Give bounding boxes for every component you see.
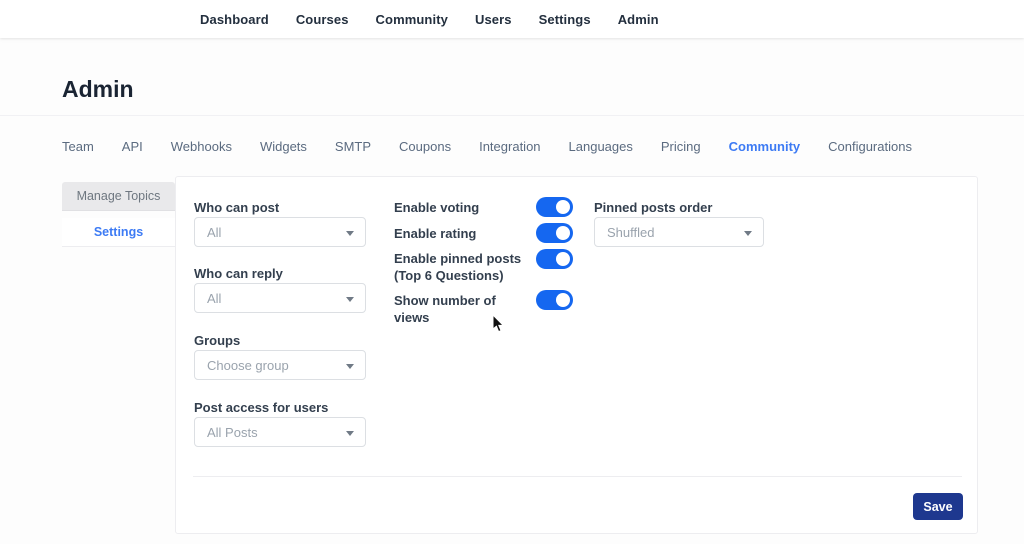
who-can-post-label: Who can post bbox=[194, 200, 279, 215]
chevron-down-icon bbox=[346, 231, 354, 236]
groups-value: Choose group bbox=[207, 358, 289, 373]
enable-rating-toggle[interactable] bbox=[536, 223, 573, 243]
save-button[interactable]: Save bbox=[913, 493, 963, 520]
admin-community-settings-page: Dashboard Courses Community Users Settin… bbox=[0, 0, 1024, 544]
top-nav-items: Dashboard Courses Community Users Settin… bbox=[200, 0, 659, 38]
nav-item-dashboard[interactable]: Dashboard bbox=[200, 12, 269, 27]
admin-tabs: Team API Webhooks Widgets SMTP Coupons I… bbox=[62, 139, 912, 154]
who-can-reply-label: Who can reply bbox=[194, 266, 283, 281]
tab-smtp[interactable]: SMTP bbox=[335, 139, 371, 154]
form-column-pinned-order: Pinned posts order Shuffled bbox=[594, 177, 774, 477]
tab-team[interactable]: Team bbox=[62, 139, 94, 154]
nav-item-admin[interactable]: Admin bbox=[618, 12, 659, 27]
enable-pinned-posts-label: Enable pinned posts (Top 6 Questions) bbox=[394, 250, 529, 284]
chevron-down-icon bbox=[346, 297, 354, 302]
nav-item-settings[interactable]: Settings bbox=[539, 12, 591, 27]
header-divider bbox=[0, 115, 1024, 116]
who-can-reply-value: All bbox=[207, 291, 221, 306]
tab-pricing[interactable]: Pricing bbox=[661, 139, 701, 154]
who-can-post-select[interactable]: All bbox=[194, 217, 366, 247]
show-number-of-views-label: Show number of views bbox=[394, 292, 529, 326]
toggle-knob bbox=[556, 200, 570, 214]
post-access-value: All Posts bbox=[207, 425, 258, 440]
enable-pinned-posts-label-line2: (Top 6 Questions) bbox=[394, 268, 504, 283]
tab-webhooks[interactable]: Webhooks bbox=[171, 139, 232, 154]
tab-api[interactable]: API bbox=[122, 139, 143, 154]
tab-widgets[interactable]: Widgets bbox=[260, 139, 307, 154]
pinned-posts-order-label: Pinned posts order bbox=[594, 200, 712, 215]
sidebar-item-manage-topics[interactable]: Manage Topics bbox=[62, 182, 175, 211]
form-column-dropdowns: Who can post All Who can reply All Group… bbox=[194, 177, 374, 477]
footer-divider bbox=[193, 476, 962, 477]
chevron-down-icon bbox=[346, 364, 354, 369]
tab-integration[interactable]: Integration bbox=[479, 139, 540, 154]
tab-coupons[interactable]: Coupons bbox=[399, 139, 451, 154]
toggle-knob bbox=[556, 226, 570, 240]
pinned-posts-order-value: Shuffled bbox=[607, 225, 654, 240]
tab-languages[interactable]: Languages bbox=[569, 139, 633, 154]
sidebar-item-settings[interactable]: Settings bbox=[62, 218, 175, 247]
groups-select[interactable]: Choose group bbox=[194, 350, 366, 380]
tab-community[interactable]: Community bbox=[729, 139, 801, 154]
groups-label: Groups bbox=[194, 333, 240, 348]
toggle-knob bbox=[556, 293, 570, 307]
settings-panel: Who can post All Who can reply All Group… bbox=[175, 176, 978, 534]
chevron-down-icon bbox=[346, 431, 354, 436]
nav-item-users[interactable]: Users bbox=[475, 12, 512, 27]
tab-configurations[interactable]: Configurations bbox=[828, 139, 912, 154]
show-number-of-views-toggle[interactable] bbox=[536, 290, 573, 310]
who-can-reply-select[interactable]: All bbox=[194, 283, 366, 313]
enable-voting-toggle[interactable] bbox=[536, 197, 573, 217]
toggle-knob bbox=[556, 252, 570, 266]
nav-item-community[interactable]: Community bbox=[376, 12, 448, 27]
page-title: Admin bbox=[62, 76, 134, 103]
who-can-post-value: All bbox=[207, 225, 221, 240]
top-navbar: Dashboard Courses Community Users Settin… bbox=[0, 0, 1024, 38]
enable-voting-label: Enable voting bbox=[394, 199, 529, 216]
enable-pinned-posts-label-line1: Enable pinned posts bbox=[394, 251, 521, 266]
nav-item-courses[interactable]: Courses bbox=[296, 12, 349, 27]
enable-rating-label: Enable rating bbox=[394, 225, 529, 242]
form-column-toggles: Enable voting Enable rating Enable pinne… bbox=[394, 177, 579, 477]
post-access-label: Post access for users bbox=[194, 400, 328, 415]
chevron-down-icon bbox=[744, 231, 752, 236]
post-access-select[interactable]: All Posts bbox=[194, 417, 366, 447]
enable-pinned-posts-toggle[interactable] bbox=[536, 249, 573, 269]
pinned-posts-order-select[interactable]: Shuffled bbox=[594, 217, 764, 247]
